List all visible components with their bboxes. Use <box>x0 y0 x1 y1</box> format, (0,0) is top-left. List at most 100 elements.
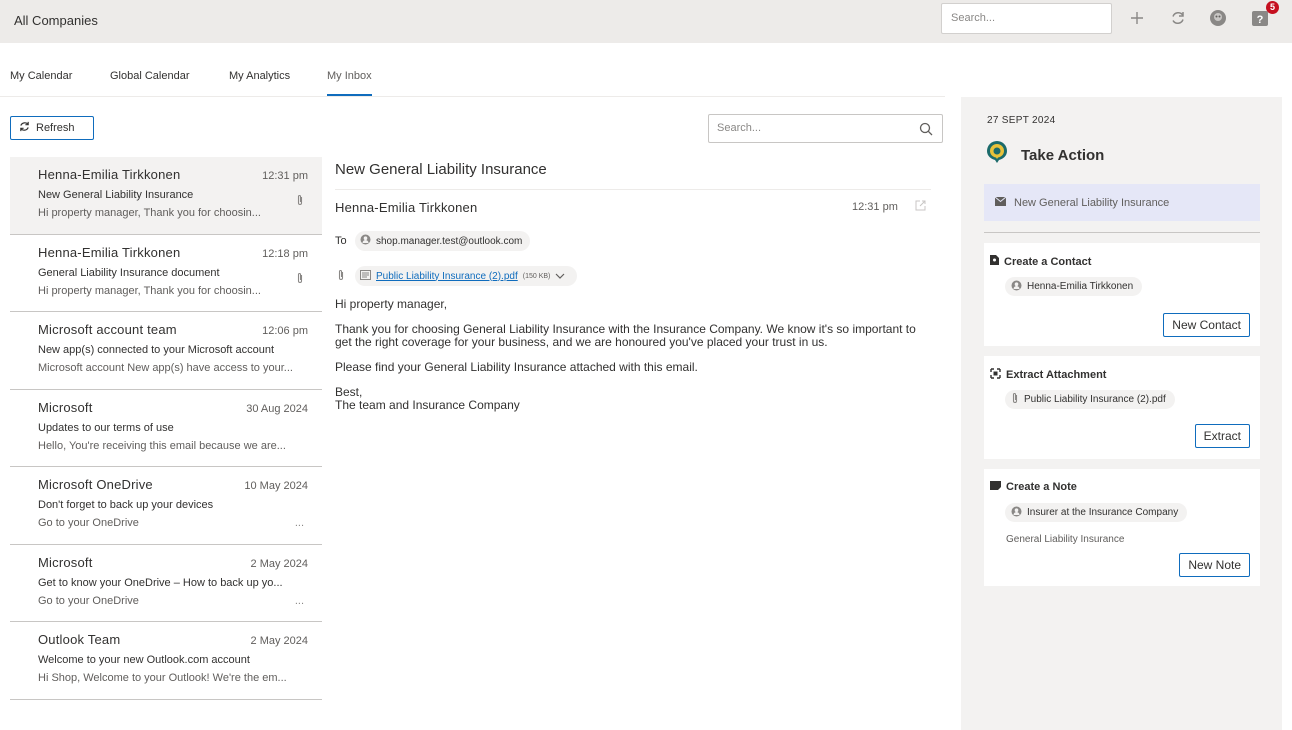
extract-attachment-card: Extract Attachment Public Liability Insu… <box>984 356 1260 459</box>
email-subject: Get to know your OneDrive – How to back … <box>38 576 283 589</box>
tab-my-inbox[interactable]: My Inbox <box>327 70 372 96</box>
email-preview: Hi property manager, Thank you for choos… <box>38 207 261 219</box>
email-time: 12:31 pm <box>262 170 308 182</box>
note-author-label: Insurer at the Insurance Company <box>1027 507 1179 518</box>
reading-time: 12:31 pm <box>852 201 898 213</box>
email-preview: Hi Shop, Welcome to your Outlook! We're … <box>38 672 287 684</box>
email-body: Hi property manager, Thank you for choos… <box>335 298 935 412</box>
notification-badge: 5 <box>1266 1 1279 14</box>
inbox-search-input[interactable]: Search... <box>708 114 943 143</box>
body-paragraph: Thank you for choosing General Liability… <box>335 322 916 349</box>
attachment-file-chip[interactable]: Public Liability Insurance (2).pdf <box>1005 390 1175 409</box>
bot-icon[interactable] <box>1207 7 1229 29</box>
body-paragraph: Please find your General Liability Insur… <box>335 360 698 374</box>
refresh-button[interactable]: Refresh <box>10 116 94 140</box>
email-subject: General Liability Insurance document <box>38 266 220 279</box>
email-list: Henna-Emilia Tirkkonen 12:31 pm New Gene… <box>10 157 322 700</box>
action-panel: 27 SEPT 2024 Take Action New General Lia… <box>961 97 1282 730</box>
email-list-item[interactable]: Microsoft 30 Aug 2024 Updates to our ter… <box>10 390 322 467</box>
email-preview: Hello, You're receiving this email becau… <box>38 439 286 452</box>
popout-icon[interactable] <box>915 200 926 214</box>
person-icon <box>1011 280 1022 294</box>
email-time: 2 May 2024 <box>250 635 308 647</box>
person-icon <box>360 234 371 248</box>
email-subject: New app(s) connected to your Microsoft a… <box>38 344 275 356</box>
note-author-chip[interactable]: Insurer at the Insurance Company <box>1005 503 1188 522</box>
preview-ellipsis: ... <box>294 594 304 607</box>
email-subject: Don't forget to back up your devices <box>38 499 214 511</box>
panel-email-subject[interactable]: New General Liability Insurance <box>984 184 1260 221</box>
panel-email-subject-text: New General Liability Insurance <box>1014 196 1170 209</box>
paperclip-icon <box>337 269 345 284</box>
reading-divider <box>335 189 931 190</box>
add-icon[interactable] <box>1126 7 1148 29</box>
email-time: 12:18 pm <box>262 247 308 260</box>
attachment-link[interactable]: Public Liability Insurance (2).pdf <box>376 271 518 282</box>
person-icon <box>1011 506 1022 520</box>
svg-text:?: ? <box>1257 14 1264 26</box>
refresh-icon <box>19 121 30 135</box>
email-time: 12:06 pm <box>262 325 308 337</box>
refresh-label: Refresh <box>36 122 75 134</box>
email-list-item[interactable]: Microsoft 2 May 2024 Get to know your On… <box>10 545 322 622</box>
email-list-item[interactable]: Henna-Emilia Tirkkonen 12:18 pm General … <box>10 235 322 312</box>
tab-my-analytics[interactable]: My Analytics <box>229 70 290 94</box>
create-contact-title: Create a Contact <box>990 255 1091 268</box>
new-contact-button[interactable]: New Contact <box>1163 313 1250 337</box>
contact-card-icon <box>990 255 999 268</box>
email-time: 10 May 2024 <box>244 480 308 492</box>
contact-chip-label: Henna-Emilia Tirkkonen <box>1027 281 1134 292</box>
extract-button[interactable]: Extract <box>1194 424 1250 448</box>
contact-chip[interactable]: Henna-Emilia Tirkkonen <box>1005 277 1143 296</box>
email-preview: Microsoft account New app(s) have access… <box>38 362 293 374</box>
email-list-item[interactable]: Outlook Team 2 May 2024 Welcome to your … <box>10 622 322 700</box>
email-list-item[interactable]: Microsoft OneDrive 10 May 2024 Don't for… <box>10 467 322 545</box>
create-contact-title-text: Create a Contact <box>1004 255 1092 268</box>
tab-global-calendar[interactable]: Global Calendar <box>110 70 190 94</box>
email-preview: Hi property manager, Thank you for choos… <box>38 284 261 297</box>
create-note-title: Create a Note <box>990 481 1077 493</box>
recipient-address: shop.manager.test@outlook.com <box>376 235 523 247</box>
file-icon <box>360 269 371 283</box>
preview-ellipsis: ... <box>294 517 304 529</box>
email-time: 2 May 2024 <box>250 557 308 570</box>
global-search-input[interactable]: Search... <box>941 3 1112 34</box>
email-list-item[interactable]: Henna-Emilia Tirkkonen 12:31 pm New Gene… <box>10 157 322 235</box>
envelope-icon <box>994 196 1007 209</box>
inbox-search-placeholder: Search... <box>717 122 762 134</box>
email-preview: Go to your OneDrive <box>38 594 139 607</box>
page-title: All Companies <box>14 13 98 28</box>
body-signature: The team and Insurance Company <box>335 398 520 412</box>
panel-divider <box>984 232 1260 233</box>
attachment-chip[interactable]: Public Liability Insurance (2).pdf (150 … <box>355 266 578 286</box>
body-paragraph: Hi property manager, <box>335 297 448 311</box>
create-note-card: Create a Note Insurer at the Insurance C… <box>984 469 1260 586</box>
search-icon[interactable] <box>919 120 933 147</box>
take-action-logo-icon <box>984 139 1010 168</box>
extract-attachment-title: Extract Attachment <box>990 368 1106 382</box>
sync-icon[interactable] <box>1167 7 1189 29</box>
reading-sender: Henna-Emilia Tirkkonen <box>335 200 478 215</box>
recipient-chip[interactable]: shop.manager.test@outlook.com <box>355 231 531 251</box>
chevron-down-icon[interactable] <box>555 271 565 282</box>
tab-bar: My Calendar Global Calendar My Analytics… <box>0 62 945 97</box>
tab-my-calendar[interactable]: My Calendar <box>10 70 72 94</box>
panel-date: 27 SEPT 2024 <box>987 115 1056 126</box>
email-list-item[interactable]: Microsoft account team 12:06 pm New app(… <box>10 312 322 390</box>
paperclip-icon <box>296 272 304 287</box>
create-contact-card: Create a Contact Henna-Emilia Tirkkonen … <box>984 243 1260 346</box>
attachment-chip-label: Public Liability Insurance (2).pdf <box>1024 394 1166 405</box>
note-icon <box>990 481 1001 493</box>
top-bar: All Companies Search... ? 5 <box>0 0 1292 43</box>
extract-icon <box>990 368 1001 382</box>
paperclip-icon <box>296 194 304 209</box>
email-subject: Updates to our terms of use <box>38 421 174 434</box>
to-label: To <box>335 235 347 247</box>
reading-subject: New General Liability Insurance <box>335 161 547 178</box>
attachment-size: (150 KB) <box>522 272 551 280</box>
email-subject: Welcome to your new Outlook.com account <box>38 654 250 666</box>
new-note-button[interactable]: New Note <box>1179 553 1250 577</box>
email-preview: Go to your OneDrive <box>38 517 139 529</box>
panel-title: Take Action <box>1021 147 1105 164</box>
extract-attachment-title-text: Extract Attachment <box>1006 369 1107 381</box>
